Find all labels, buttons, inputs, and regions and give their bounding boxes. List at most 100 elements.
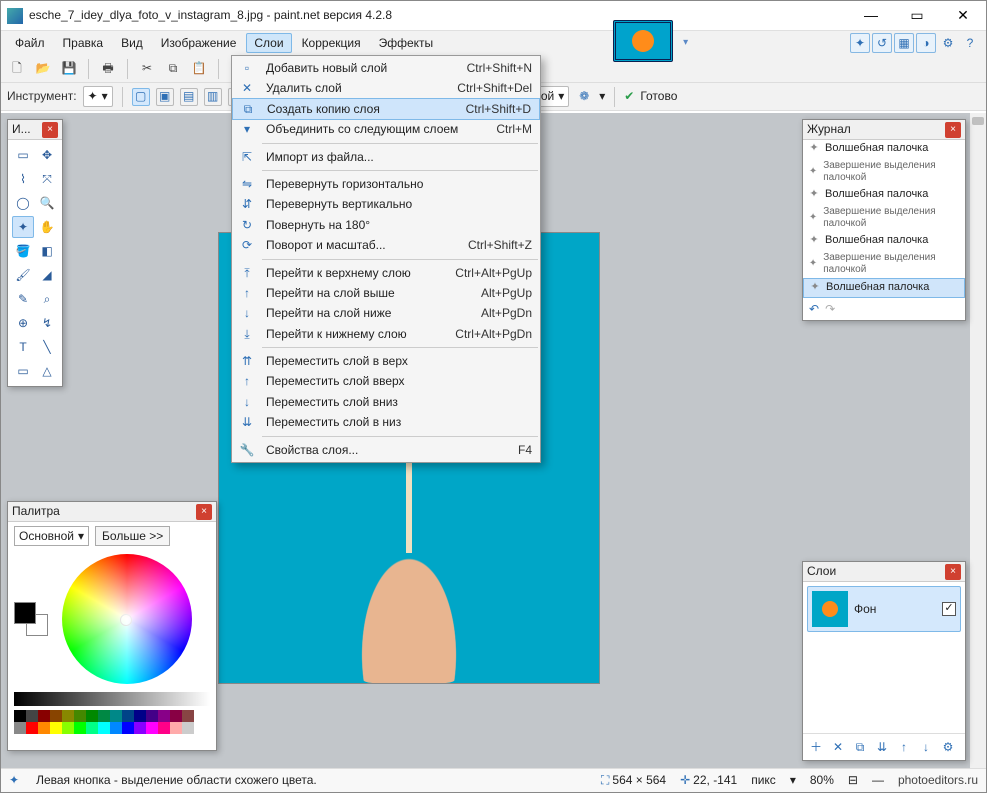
close-icon[interactable]: ×: [945, 122, 961, 138]
more-button[interactable]: Больше >>: [95, 526, 170, 546]
tool-bucket[interactable]: 🪣: [12, 240, 34, 262]
menu-item[interactable]: ↓Перейти на слой нижеAlt+PgDn: [232, 303, 540, 323]
color-swatch[interactable]: [158, 710, 170, 722]
layer-props-icon[interactable]: ⚙: [939, 738, 957, 756]
tool-picker[interactable]: ⌕: [36, 288, 58, 310]
color-swatch[interactable]: [26, 710, 38, 722]
menu-item[interactable]: ⇊Переместить слой в низ: [232, 412, 540, 432]
sel-mode-sub[interactable]: ▤: [180, 88, 198, 106]
menu-view[interactable]: Вид: [113, 33, 151, 53]
color-swatch[interactable]: [170, 722, 182, 734]
menu-item[interactable]: ⇈Переместить слой в верх: [232, 351, 540, 371]
tool-rect-select[interactable]: ▭: [12, 144, 34, 166]
layer-row[interactable]: Фон ✓: [807, 586, 961, 632]
history-window-toggle[interactable]: ↺: [872, 33, 892, 53]
minimize-button[interactable]: —: [848, 1, 894, 30]
chevron-down-icon[interactable]: ▾: [790, 773, 796, 787]
thumb-more-dropdown[interactable]: ▾: [679, 33, 692, 53]
color-swatch[interactable]: [26, 722, 38, 734]
hist-undo-icon[interactable]: ↶: [809, 302, 819, 316]
tool-magic-wand[interactable]: ✦: [12, 216, 34, 238]
paste-icon[interactable]: 📋: [189, 59, 209, 79]
open-file-icon[interactable]: 📂: [33, 59, 53, 79]
merge-layer-icon[interactable]: ⇊: [873, 738, 891, 756]
menu-item[interactable]: ⇱Импорт из файла...: [232, 147, 540, 167]
status-unit[interactable]: пикс: [751, 773, 776, 787]
zoom-out-icon[interactable]: ⊟: [848, 773, 858, 787]
sel-mode-replace[interactable]: ▢: [132, 88, 150, 106]
history-item[interactable]: ✦Волшебная палочка: [803, 140, 965, 158]
color-swatch[interactable]: [146, 722, 158, 734]
menu-item[interactable]: ▾Объединить со следующим слоемCtrl+M: [232, 119, 540, 139]
tool-pencil[interactable]: ✎: [12, 288, 34, 310]
cut-icon[interactable]: ✂: [137, 59, 157, 79]
tool-recolor[interactable]: ↯: [36, 312, 58, 334]
sel-mode-int[interactable]: ▥: [204, 88, 222, 106]
fg-bg-swatch[interactable]: [14, 602, 48, 636]
menu-item[interactable]: 🔧Свойства слоя...F4: [232, 440, 540, 460]
color-swatch[interactable]: [50, 710, 62, 722]
history-item[interactable]: ✦Волшебная палочка: [803, 278, 965, 298]
close-button[interactable]: ✕: [940, 1, 986, 30]
color-swatch[interactable]: [98, 722, 110, 734]
menu-item[interactable]: ⇵Перевернуть вертикально: [232, 194, 540, 214]
menu-item[interactable]: ↻Повернуть на 180°: [232, 215, 540, 235]
colors-window-toggle[interactable]: ◑: [916, 33, 936, 53]
color-swatch[interactable]: [86, 710, 98, 722]
new-file-icon[interactable]: 🗋: [7, 59, 27, 79]
tool-picker[interactable]: ✦▾: [83, 86, 113, 106]
color-swatch[interactable]: [14, 710, 26, 722]
tool-pan[interactable]: ✋: [36, 216, 58, 238]
tool-gradient[interactable]: ◧: [36, 240, 58, 262]
color-swatch[interactable]: [134, 710, 146, 722]
color-wheel[interactable]: [62, 554, 192, 684]
menu-item[interactable]: ↓Переместить слой вниз: [232, 392, 540, 412]
fg-swatch[interactable]: [14, 602, 36, 624]
color-swatch[interactable]: [38, 722, 50, 734]
tools-window-toggle[interactable]: ✦: [850, 33, 870, 53]
menu-item[interactable]: ⟳Поворот и масштаб...Ctrl+Shift+Z: [232, 235, 540, 255]
color-swatch[interactable]: [74, 722, 86, 734]
vertical-scrollbar[interactable]: [970, 113, 986, 768]
history-item[interactable]: ✦Волшебная палочка: [803, 232, 965, 250]
layers-window-toggle[interactable]: ▦: [894, 33, 914, 53]
menu-item[interactable]: ↑Переместить слой вверх: [232, 371, 540, 391]
menu-effects[interactable]: Эффекты: [371, 33, 442, 53]
color-swatch[interactable]: [86, 722, 98, 734]
color-swatch[interactable]: [38, 710, 50, 722]
tool-zoom[interactable]: 🔍: [36, 192, 58, 214]
history-item[interactable]: ✦Завершение выделения палочкой: [803, 250, 965, 278]
tool-rect[interactable]: ▭: [12, 360, 34, 382]
color-swatch[interactable]: [182, 710, 194, 722]
menu-item[interactable]: ✕Удалить слойCtrl+Shift+Del: [232, 78, 540, 98]
layer-visible-checkbox[interactable]: ✓: [942, 602, 956, 616]
color-swatch[interactable]: [134, 722, 146, 734]
close-icon[interactable]: ×: [42, 122, 58, 138]
document-thumbnail[interactable]: [613, 20, 673, 62]
print-icon[interactable]: 🖶: [98, 59, 118, 79]
menu-item[interactable]: ⤒Перейти к верхнему слоюCtrl+Alt+PgUp: [232, 263, 540, 283]
scrollbar-thumb[interactable]: [972, 117, 984, 125]
alpha-slider[interactable]: [14, 692, 210, 706]
color-swatch[interactable]: [194, 710, 206, 722]
history-item[interactable]: ✦Завершение выделения палочкой: [803, 158, 965, 186]
menu-image[interactable]: Изображение: [153, 33, 245, 53]
help-icon[interactable]: ?: [960, 33, 980, 53]
down-layer-icon[interactable]: ↓: [917, 738, 935, 756]
close-icon[interactable]: ×: [196, 504, 212, 520]
history-item[interactable]: ✦Волшебная палочка: [803, 186, 965, 204]
hist-redo-icon[interactable]: ↷: [825, 302, 835, 316]
copy-icon[interactable]: ⧉: [163, 59, 183, 79]
menu-item[interactable]: ⤓Перейти к нижнему слоюCtrl+Alt+PgDn: [232, 324, 540, 344]
tool-move-sel[interactable]: ✥: [36, 144, 58, 166]
color-target-dropdown[interactable]: Основной▾: [14, 526, 89, 546]
menu-layers[interactable]: Слои: [246, 33, 291, 53]
history-item[interactable]: ✦Завершение выделения палочкой: [803, 204, 965, 232]
delete-layer-icon[interactable]: ✕: [829, 738, 847, 756]
up-layer-icon[interactable]: ↑: [895, 738, 913, 756]
tool-move[interactable]: ⤧: [36, 168, 58, 190]
tool-brush[interactable]: 🖌: [12, 264, 34, 286]
color-swatch[interactable]: [62, 722, 74, 734]
maximize-button[interactable]: ▭: [894, 1, 940, 30]
tool-line[interactable]: ╲: [36, 336, 58, 358]
